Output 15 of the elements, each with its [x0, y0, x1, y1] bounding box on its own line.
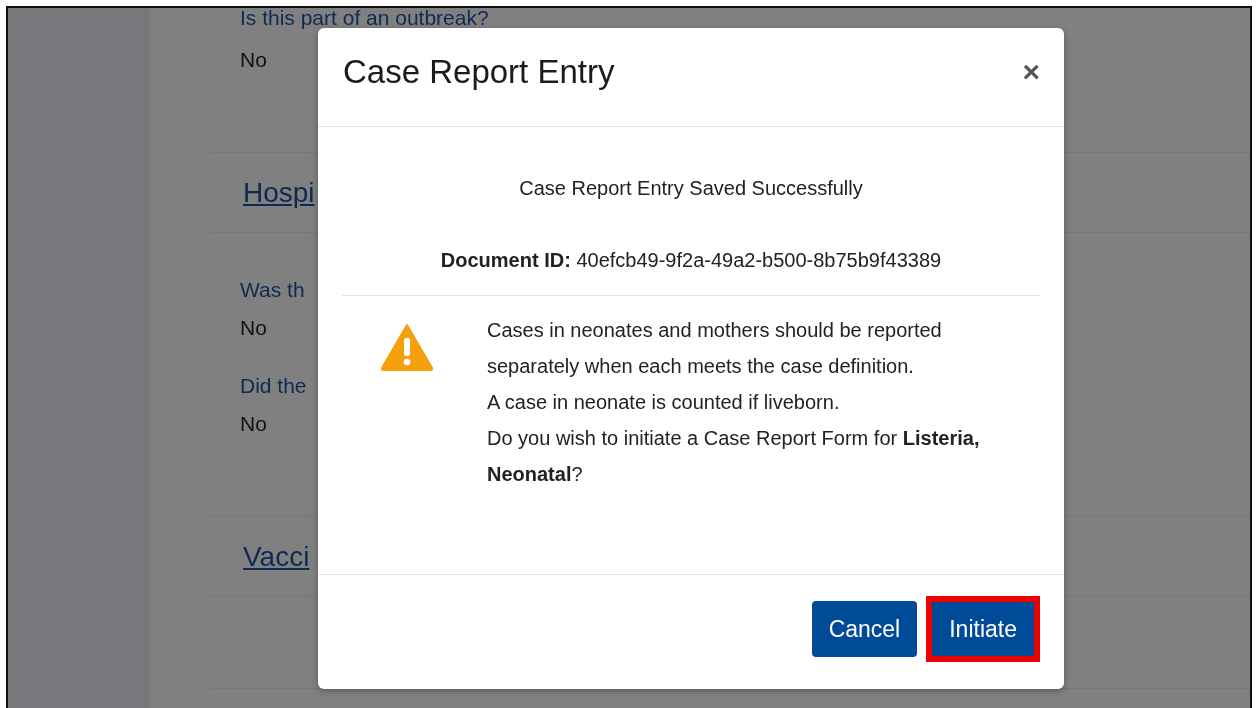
section-link[interactable]: Hospi — [243, 176, 315, 209]
success-message: Case Report Entry Saved Successfully — [519, 176, 863, 201]
warning-message: Cases in neonates and mothers should be reported separately when each meets the case definition. A case in neonate is counted if liveborn. Do you wish to initiate a Case Report Form for Listeria, Neonatal? — [487, 318, 981, 487]
close-button[interactable]: × — [1022, 57, 1040, 87]
field-label: Is this part of an outbreak? — [240, 8, 489, 27]
field-value: No — [240, 47, 267, 73]
field-value: No — [240, 411, 267, 437]
field-value: No — [240, 315, 267, 341]
dialog-button[interactable]: Cancel — [811, 601, 918, 657]
field-label: Did the — [240, 373, 307, 399]
section-link[interactable]: Vacci — [243, 540, 310, 573]
field-label: Was th — [240, 277, 305, 303]
dialog-title: Case Report Entry — [343, 53, 615, 91]
document-id: Document ID: 40efcb49-9f2a-49a2-b500-8b75b9f43389 — [440, 248, 942, 273]
warning-icon — [380, 323, 434, 371]
